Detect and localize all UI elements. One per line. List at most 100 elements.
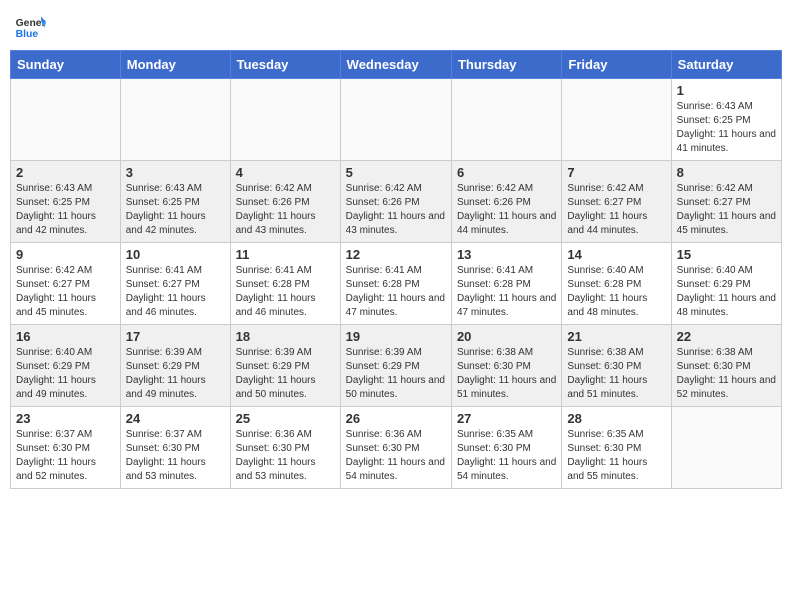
calendar-table: SundayMondayTuesdayWednesdayThursdayFrid… xyxy=(10,50,782,489)
weekday-row: SundayMondayTuesdayWednesdayThursdayFrid… xyxy=(11,51,782,79)
calendar-cell: 17 Sunrise: 6:39 AM Sunset: 6:29 PM Dayli… xyxy=(120,325,230,407)
weekday-header: Friday xyxy=(562,51,671,79)
day-number: 6 xyxy=(457,165,556,180)
cell-info: Sunrise: 6:40 AM Sunset: 6:28 PM Dayligh… xyxy=(567,264,665,320)
cell-info: Sunrise: 6:36 AM Sunset: 6:30 PM Dayligh… xyxy=(236,428,335,484)
day-number: 12 xyxy=(346,247,446,262)
cell-info: Sunrise: 6:42 AM Sunset: 6:27 PM Dayligh… xyxy=(16,264,115,320)
cell-info: Sunrise: 6:35 AM Sunset: 6:30 PM Dayligh… xyxy=(457,428,556,484)
cell-info: Sunrise: 6:40 AM Sunset: 6:29 PM Dayligh… xyxy=(16,346,115,402)
calendar-cell: 7Sunrise: 6:42 AM Sunset: 6:27 PM Daylig… xyxy=(562,161,671,243)
cell-info: Sunrise: 6:43 AM Sunset: 6:25 PM Dayligh… xyxy=(16,182,115,238)
day-number: 18 xyxy=(236,329,335,344)
calendar-week-row: 9 Sunrise: 6:42 AM Sunset: 6:27 PM Daylig… xyxy=(11,243,782,325)
calendar-cell: 19Sunrise: 6:39 AM Sunset: 6:29 PM Dayli… xyxy=(340,325,451,407)
day-number: 11 xyxy=(236,247,335,262)
cell-info: Sunrise: 6:42 AM Sunset: 6:27 PM Dayligh… xyxy=(677,182,776,238)
day-number: 13 xyxy=(457,247,556,262)
cell-info: Sunrise: 6:39 AM Sunset: 6:29 PM Dayligh… xyxy=(126,346,225,402)
calendar-cell xyxy=(451,79,561,161)
weekday-header: Tuesday xyxy=(230,51,340,79)
calendar-cell: 12 Sunrise: 6:41 AM Sunset: 6:28 PM Dayli… xyxy=(340,243,451,325)
calendar-cell: 14 Sunrise: 6:40 AM Sunset: 6:28 PM Dayli… xyxy=(562,243,671,325)
svg-text:Blue: Blue xyxy=(16,29,39,40)
calendar-week-row: 1 Sunrise: 6:43 AM Sunset: 6:25 PM Daylig… xyxy=(11,79,782,161)
calendar-cell: 2 Sunrise: 6:43 AM Sunset: 6:25 PM Daylig… xyxy=(11,161,121,243)
day-number: 8 xyxy=(677,165,776,180)
calendar-cell: 8 Sunrise: 6:42 AM Sunset: 6:27 PM Daylig… xyxy=(671,161,781,243)
calendar-cell: 20 Sunrise: 6:38 AM Sunset: 6:30 PM Dayli… xyxy=(451,325,561,407)
calendar-header: SundayMondayTuesdayWednesdayThursdayFrid… xyxy=(11,51,782,79)
calendar-cell: 23 Sunrise: 6:37 AM Sunset: 6:30 PM Dayli… xyxy=(11,407,121,489)
calendar-week-row: 23 Sunrise: 6:37 AM Sunset: 6:30 PM Dayli… xyxy=(11,407,782,489)
day-number: 1 xyxy=(677,83,776,98)
day-number: 3 xyxy=(126,165,225,180)
day-number: 20 xyxy=(457,329,556,344)
calendar-cell: 16Sunrise: 6:40 AM Sunset: 6:29 PM Dayli… xyxy=(11,325,121,407)
page-header: General Blue xyxy=(10,10,782,42)
calendar-cell: 5 Sunrise: 6:42 AM Sunset: 6:26 PM Daylig… xyxy=(340,161,451,243)
calendar-cell: 24 Sunrise: 6:37 AM Sunset: 6:30 PM Dayli… xyxy=(120,407,230,489)
cell-info: Sunrise: 6:38 AM Sunset: 6:30 PM Dayligh… xyxy=(677,346,776,402)
cell-info: Sunrise: 6:41 AM Sunset: 6:27 PM Dayligh… xyxy=(126,264,225,320)
calendar-cell: 21Sunrise: 6:38 AM Sunset: 6:30 PM Dayli… xyxy=(562,325,671,407)
calendar-cell: 11 Sunrise: 6:41 AM Sunset: 6:28 PM Dayli… xyxy=(230,243,340,325)
calendar-cell: 1 Sunrise: 6:43 AM Sunset: 6:25 PM Daylig… xyxy=(671,79,781,161)
cell-info: Sunrise: 6:41 AM Sunset: 6:28 PM Dayligh… xyxy=(457,264,556,320)
calendar-cell: 13 Sunrise: 6:41 AM Sunset: 6:28 PM Dayli… xyxy=(451,243,561,325)
cell-info: Sunrise: 6:40 AM Sunset: 6:29 PM Dayligh… xyxy=(677,264,776,320)
day-number: 4 xyxy=(236,165,335,180)
day-number: 26 xyxy=(346,411,446,426)
cell-info: Sunrise: 6:38 AM Sunset: 6:30 PM Dayligh… xyxy=(457,346,556,402)
calendar-cell: 27 Sunrise: 6:35 AM Sunset: 6:30 PM Dayli… xyxy=(451,407,561,489)
calendar-cell: 28 Sunrise: 6:35 AM Sunset: 6:30 PM Dayli… xyxy=(562,407,671,489)
cell-info: Sunrise: 6:39 AM Sunset: 6:29 PM Dayligh… xyxy=(346,346,446,402)
day-number: 24 xyxy=(126,411,225,426)
day-number: 23 xyxy=(16,411,115,426)
calendar-cell: 22 Sunrise: 6:38 AM Sunset: 6:30 PM Dayli… xyxy=(671,325,781,407)
cell-info: Sunrise: 6:42 AM Sunset: 6:27 PM Dayligh… xyxy=(567,182,665,238)
day-number: 21 xyxy=(567,329,665,344)
day-number: 14 xyxy=(567,247,665,262)
day-number: 22 xyxy=(677,329,776,344)
day-number: 25 xyxy=(236,411,335,426)
day-number: 17 xyxy=(126,329,225,344)
weekday-header: Wednesday xyxy=(340,51,451,79)
calendar-cell: 18 Sunrise: 6:39 AM Sunset: 6:29 PM Dayli… xyxy=(230,325,340,407)
calendar-cell: 9 Sunrise: 6:42 AM Sunset: 6:27 PM Daylig… xyxy=(11,243,121,325)
calendar-cell: 26 Sunrise: 6:36 AM Sunset: 6:30 PM Dayli… xyxy=(340,407,451,489)
calendar-cell xyxy=(120,79,230,161)
day-number: 28 xyxy=(567,411,665,426)
cell-info: Sunrise: 6:43 AM Sunset: 6:25 PM Dayligh… xyxy=(126,182,225,238)
day-number: 10 xyxy=(126,247,225,262)
calendar-body: 1 Sunrise: 6:43 AM Sunset: 6:25 PM Daylig… xyxy=(11,79,782,489)
calendar-cell xyxy=(671,407,781,489)
cell-info: Sunrise: 6:41 AM Sunset: 6:28 PM Dayligh… xyxy=(346,264,446,320)
cell-info: Sunrise: 6:43 AM Sunset: 6:25 PM Dayligh… xyxy=(677,100,776,156)
calendar-cell: 6 Sunrise: 6:42 AM Sunset: 6:26 PM Daylig… xyxy=(451,161,561,243)
cell-info: Sunrise: 6:39 AM Sunset: 6:29 PM Dayligh… xyxy=(236,346,335,402)
calendar-cell xyxy=(562,79,671,161)
cell-info: Sunrise: 6:42 AM Sunset: 6:26 PM Dayligh… xyxy=(346,182,446,238)
day-number: 2 xyxy=(16,165,115,180)
calendar-week-row: 2 Sunrise: 6:43 AM Sunset: 6:25 PM Daylig… xyxy=(11,161,782,243)
weekday-header: Saturday xyxy=(671,51,781,79)
day-number: 27 xyxy=(457,411,556,426)
weekday-header: Thursday xyxy=(451,51,561,79)
calendar-week-row: 16Sunrise: 6:40 AM Sunset: 6:29 PM Dayli… xyxy=(11,325,782,407)
day-number: 15 xyxy=(677,247,776,262)
cell-info: Sunrise: 6:37 AM Sunset: 6:30 PM Dayligh… xyxy=(16,428,115,484)
cell-info: Sunrise: 6:41 AM Sunset: 6:28 PM Dayligh… xyxy=(236,264,335,320)
weekday-header: Monday xyxy=(120,51,230,79)
cell-info: Sunrise: 6:42 AM Sunset: 6:26 PM Dayligh… xyxy=(457,182,556,238)
logo: General Blue xyxy=(14,10,50,42)
calendar-cell xyxy=(11,79,121,161)
calendar-cell xyxy=(230,79,340,161)
day-number: 9 xyxy=(16,247,115,262)
cell-info: Sunrise: 6:36 AM Sunset: 6:30 PM Dayligh… xyxy=(346,428,446,484)
cell-info: Sunrise: 6:37 AM Sunset: 6:30 PM Dayligh… xyxy=(126,428,225,484)
cell-info: Sunrise: 6:35 AM Sunset: 6:30 PM Dayligh… xyxy=(567,428,665,484)
calendar-cell: 10 Sunrise: 6:41 AM Sunset: 6:27 PM Dayli… xyxy=(120,243,230,325)
calendar-cell: 15 Sunrise: 6:40 AM Sunset: 6:29 PM Dayli… xyxy=(671,243,781,325)
day-number: 5 xyxy=(346,165,446,180)
